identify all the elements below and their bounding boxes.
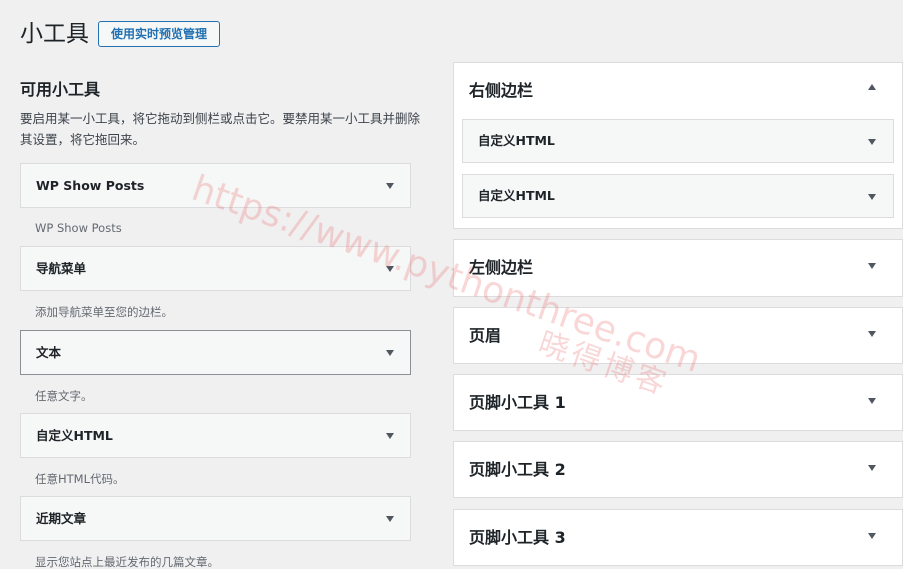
expand-arrow-icon[interactable]	[868, 194, 876, 200]
widget-nav-menu[interactable]: 导航菜单	[20, 246, 411, 291]
expand-arrow-icon[interactable]	[868, 331, 876, 337]
expand-arrow-icon[interactable]	[868, 398, 876, 404]
widget-area-title: 页脚小工具 2	[469, 460, 566, 479]
widget-title: 近期文章	[36, 511, 87, 526]
sidebar-widget-custom-html[interactable]: 自定义HTML	[462, 174, 894, 218]
widget-area-footer-3[interactable]: 页脚小工具 3	[453, 509, 903, 566]
sidebar-widget-custom-html[interactable]: 自定义HTML	[462, 119, 894, 163]
widget-area-title: 页脚小工具 1	[469, 393, 566, 412]
expand-arrow-icon[interactable]	[386, 266, 394, 272]
widget-title: WP Show Posts	[36, 178, 145, 193]
expand-arrow-icon[interactable]	[386, 183, 394, 189]
expand-arrow-icon[interactable]	[868, 533, 876, 539]
expand-arrow-icon[interactable]	[386, 516, 394, 522]
widget-description: 添加导航菜单至您的边栏。	[35, 305, 173, 319]
expand-arrow-icon[interactable]	[386, 350, 394, 356]
available-widgets-description: 要启用某一小工具，将它拖动到侧栏或点击它。要禁用某一小工具并删除其设置，将它拖回…	[20, 111, 421, 147]
expand-arrow-icon[interactable]	[868, 139, 876, 145]
expand-arrow-icon[interactable]	[386, 433, 394, 439]
widget-area-title: 页眉	[469, 326, 502, 345]
widget-area-title: 右侧边栏	[469, 81, 534, 100]
widget-area-left-sidebar[interactable]: 左侧边栏	[453, 239, 903, 297]
widget-title: 自定义HTML	[478, 133, 555, 148]
widget-area-title: 左侧边栏	[469, 258, 534, 277]
widget-description: 显示您站点上最近发布的几篇文章。	[35, 555, 219, 569]
widget-description: 任意文字。	[35, 389, 93, 403]
widget-title: 文本	[36, 345, 62, 360]
widget-description: 任意HTML代码。	[35, 472, 125, 486]
widget-title: 自定义HTML	[478, 188, 555, 203]
manage-with-live-preview-button[interactable]: 使用实时预览管理	[98, 21, 220, 47]
page-title: 小工具	[20, 21, 89, 47]
expand-arrow-icon[interactable]	[868, 263, 876, 269]
collapse-arrow-icon[interactable]	[868, 84, 876, 90]
widget-area-title: 页脚小工具 3	[469, 528, 566, 547]
widget-wp-show-posts[interactable]: WP Show Posts	[20, 163, 411, 208]
widget-description: WP Show Posts	[35, 221, 122, 235]
widget-area-footer-2[interactable]: 页脚小工具 2	[453, 441, 903, 498]
widget-area-right-sidebar[interactable]: 右侧边栏 自定义HTML 自定义HTML	[453, 62, 903, 229]
widget-custom-html[interactable]: 自定义HTML	[20, 413, 411, 458]
widget-recent-posts[interactable]: 近期文章	[20, 496, 411, 541]
available-widgets-title: 可用小工具	[20, 80, 101, 99]
expand-arrow-icon[interactable]	[868, 465, 876, 471]
widget-title: 自定义HTML	[36, 428, 113, 443]
widget-title: 导航菜单	[36, 261, 87, 276]
widget-area-footer-1[interactable]: 页脚小工具 1	[453, 374, 903, 431]
widget-area-header[interactable]: 页眉	[453, 307, 903, 364]
widget-text[interactable]: 文本	[20, 330, 411, 375]
